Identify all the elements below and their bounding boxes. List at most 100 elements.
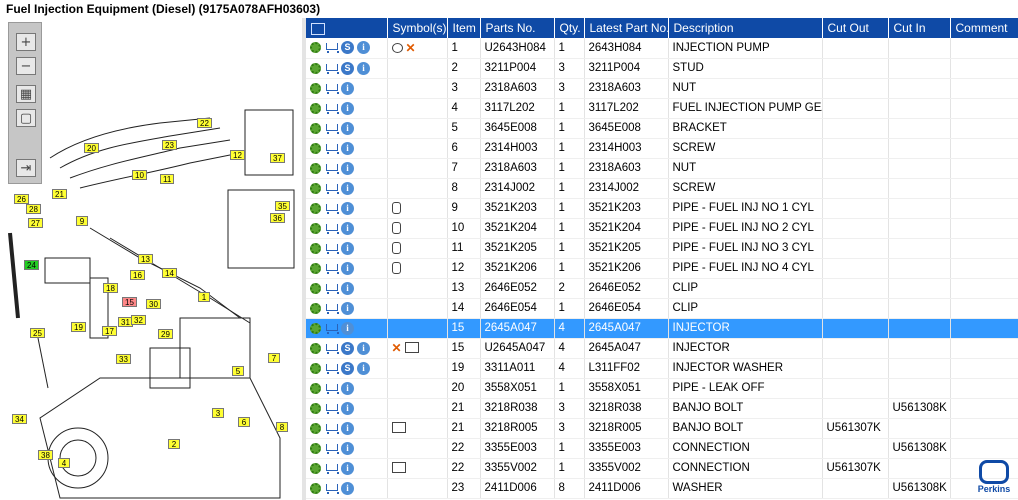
callout-label[interactable]: 2 xyxy=(168,439,180,449)
table-row[interactable]: Si ✕ 15 U2645A047 4 2645A047 INJECTOR xyxy=(306,338,1018,359)
info-icon[interactable]: i xyxy=(357,341,370,355)
info-icon[interactable]: i xyxy=(341,261,354,275)
table-row[interactable]: Si ✕ 1 U2643H084 1 2643H084 INJECTION PUMP xyxy=(306,38,1018,59)
service-icon[interactable]: S xyxy=(341,341,354,355)
gear-icon[interactable] xyxy=(310,142,321,154)
table-row[interactable]: i 14 2646E054 1 2646E054 CLIP xyxy=(306,298,1018,319)
cart-icon[interactable] xyxy=(324,483,339,494)
callout-label[interactable]: 1 xyxy=(198,292,210,302)
zoom-out-button[interactable]: − xyxy=(16,57,36,75)
callout-label[interactable]: 35 xyxy=(275,201,290,211)
cart-icon[interactable] xyxy=(324,143,339,154)
cart-icon[interactable] xyxy=(324,183,339,194)
gear-icon[interactable] xyxy=(310,262,321,274)
column-header[interactable]: Description xyxy=(668,18,823,38)
callout-label[interactable]: 29 xyxy=(158,329,173,339)
cart-icon[interactable] xyxy=(324,403,339,414)
zoom-in-button[interactable]: + xyxy=(16,33,36,51)
cart-icon[interactable] xyxy=(324,103,339,114)
callout-label[interactable]: 32 xyxy=(131,315,146,325)
table-row[interactable]: i 7 2318A603 1 2318A603 NUT xyxy=(306,158,1018,179)
exploded-diagram[interactable]: 22 23 20 12 37 10 11 21 26 28 27 9 35 36 24 13 14 16 18 15 3… xyxy=(0,18,302,500)
table-row[interactable]: i 9 3521K203 1 3521K203 PIPE - FUEL INJ NO 1 … xyxy=(306,198,1018,219)
table-row[interactable]: i 13 2646E052 2 2646E052 CLIP xyxy=(306,278,1018,299)
service-icon[interactable]: S xyxy=(341,41,354,55)
table-row[interactable]: i 22 3355E003 1 3355E003 CONNECTION U561308K xyxy=(306,438,1018,459)
cart-icon[interactable] xyxy=(324,463,339,474)
cart-icon[interactable] xyxy=(324,363,339,374)
column-header[interactable]: Cut Out xyxy=(822,18,889,38)
callout-label[interactable]: 4 xyxy=(58,458,70,468)
gear-icon[interactable] xyxy=(310,282,321,294)
gear-icon[interactable] xyxy=(310,422,321,434)
table-row[interactable]: i 22 3355V002 1 3355V002 CONNECTION U561307K xyxy=(306,458,1018,479)
callout-label[interactable]: 24 xyxy=(24,260,39,270)
callout-label[interactable]: 23 xyxy=(162,140,177,150)
callout-label[interactable]: 17 xyxy=(102,326,117,336)
table-row[interactable]: i 21 3218R005 3 3218R005 BANJO BOLT U561307K xyxy=(306,418,1018,439)
info-icon[interactable]: i xyxy=(341,461,354,475)
gear-icon[interactable] xyxy=(310,382,321,394)
column-header[interactable]: Cut In xyxy=(888,18,951,38)
gear-icon[interactable] xyxy=(310,82,321,94)
column-header[interactable]: Symbol(s) xyxy=(387,18,448,38)
table-row[interactable]: Si 2 3211P004 3 3211P004 STUD xyxy=(306,58,1018,79)
cart-icon[interactable] xyxy=(324,83,339,94)
info-icon[interactable]: i xyxy=(341,141,354,155)
cart-icon[interactable] xyxy=(324,283,339,294)
cart-icon[interactable] xyxy=(324,443,339,454)
gear-icon[interactable] xyxy=(310,442,321,454)
table-row[interactable]: i 6 2314H003 1 2314H003 SCREW xyxy=(306,138,1018,159)
info-icon[interactable]: i xyxy=(341,201,354,215)
cart-icon[interactable] xyxy=(324,303,339,314)
bubble-icon[interactable] xyxy=(391,42,403,53)
table-row[interactable]: i 20 3558X051 1 3558X051 PIPE - LEAK OFF xyxy=(306,378,1018,399)
info-icon[interactable]: i xyxy=(341,481,354,495)
callout-label[interactable]: 25 xyxy=(30,328,45,338)
gear-icon[interactable] xyxy=(310,402,321,414)
magnify-icon[interactable] xyxy=(404,342,419,354)
cart-icon[interactable] xyxy=(324,423,339,434)
callout-label[interactable]: 21 xyxy=(52,189,67,199)
callout-label[interactable]: 15 xyxy=(122,297,137,307)
cart-icon[interactable] xyxy=(324,343,339,354)
column-header[interactable]: Qty. xyxy=(554,18,585,38)
table-row[interactable]: i 3 2318A603 3 2318A603 NUT xyxy=(306,78,1018,99)
callout-label[interactable]: 19 xyxy=(71,322,86,332)
column-header[interactable]: Latest Part No. xyxy=(584,18,669,38)
callout-label[interactable]: 9 xyxy=(76,216,88,226)
callout-label[interactable]: 7 xyxy=(268,353,280,363)
fit-button[interactable]: ▦ xyxy=(16,85,36,103)
cart-icon[interactable] xyxy=(324,123,339,134)
info-icon[interactable]: i xyxy=(341,301,354,315)
callout-label[interactable]: 3 xyxy=(212,408,224,418)
callout-label[interactable]: 28 xyxy=(26,204,41,214)
service-icon[interactable]: S xyxy=(341,61,354,75)
gear-icon[interactable] xyxy=(310,62,321,74)
callout-label[interactable]: 36 xyxy=(270,213,285,223)
column-header[interactable]: Item xyxy=(447,18,481,38)
table-row[interactable]: i 5 3645E008 1 3645E008 BRACKET xyxy=(306,118,1018,139)
callout-label[interactable]: 6 xyxy=(238,417,250,427)
gear-icon[interactable] xyxy=(310,322,321,334)
cart-icon[interactable] xyxy=(324,63,339,74)
cart-icon[interactable] xyxy=(324,203,339,214)
info-icon[interactable]: i xyxy=(341,321,354,335)
cross-icon[interactable]: ✕ xyxy=(406,42,416,54)
callout-label[interactable]: 12 xyxy=(230,150,245,160)
magnify-icon[interactable] xyxy=(391,422,406,434)
callout-label[interactable]: 8 xyxy=(276,422,288,432)
callout-label[interactable]: 13 xyxy=(138,254,153,264)
callout-label[interactable]: 18 xyxy=(103,283,118,293)
magnify-icon[interactable] xyxy=(391,462,406,474)
info-icon[interactable]: i xyxy=(341,121,354,135)
table-row[interactable]: i 12 3521K206 1 3521K206 PIPE - FUEL INJ NO 4… xyxy=(306,258,1018,279)
column-header[interactable]: Comment xyxy=(950,18,1018,38)
callout-label[interactable]: 33 xyxy=(116,354,131,364)
callout-label[interactable]: 37 xyxy=(270,153,285,163)
table-row[interactable]: i 21 3218R038 3 3218R038 BANJO BOLT U561308K xyxy=(306,398,1018,419)
cart-icon[interactable] xyxy=(324,223,339,234)
callout-label[interactable]: 22 xyxy=(197,118,212,128)
column-header[interactable]: Parts No. xyxy=(480,18,555,38)
header-icon-cell[interactable] xyxy=(306,18,388,38)
